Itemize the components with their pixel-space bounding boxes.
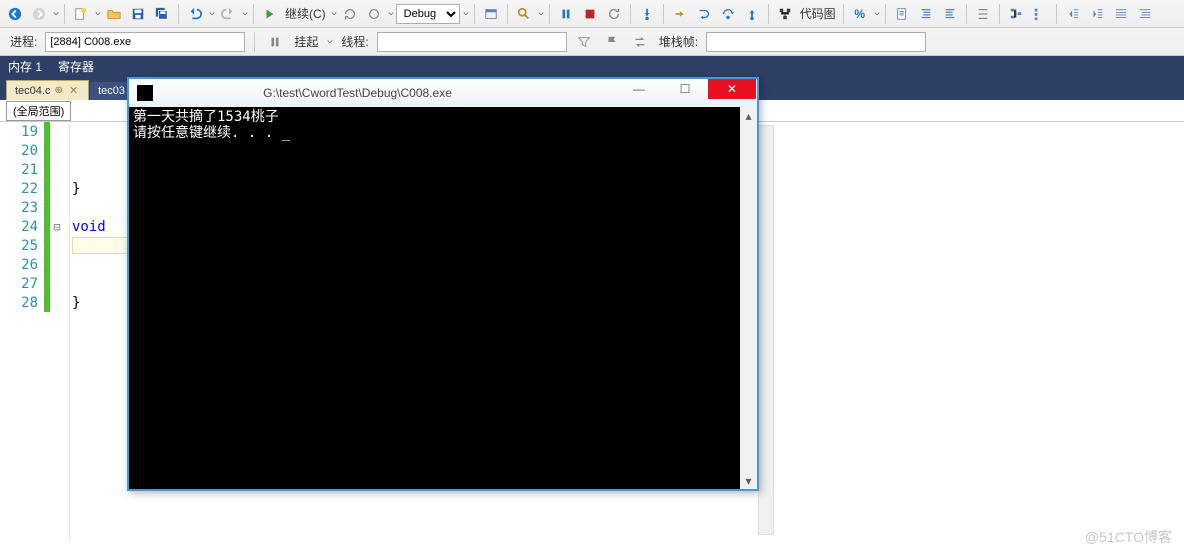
chevron-down-icon: [242, 11, 248, 17]
uncomment-button[interactable]: [1134, 3, 1156, 25]
console-scrollbar[interactable]: ▴ ▾: [740, 107, 757, 489]
step-over-button[interactable]: [717, 3, 739, 25]
continue-label: 继续(C): [285, 5, 326, 22]
suspend-button[interactable]: [264, 31, 286, 53]
minimize-button[interactable]: —: [616, 79, 662, 99]
console-app-icon: [137, 85, 153, 101]
chevron-down-icon: [538, 11, 544, 17]
comment-button[interactable]: [1110, 3, 1132, 25]
save-button[interactable]: [127, 3, 149, 25]
redo-button[interactable]: [217, 3, 239, 25]
flag-button[interactable]: [601, 31, 623, 53]
config-select[interactable]: Debug: [396, 4, 460, 24]
console-body: 第一天共摘了1534桃子 请按任意键继续. . . _ ▴ ▾: [129, 107, 757, 489]
process-field[interactable]: [2884] C008.exe: [45, 32, 245, 52]
list-button[interactable]: [1029, 3, 1051, 25]
console-title: G:\test\CwordTest\Debug\C008.exe: [159, 86, 616, 100]
nav-forward-button[interactable]: [28, 3, 50, 25]
stackframe-field[interactable]: [706, 32, 926, 52]
doc-button[interactable]: [891, 3, 913, 25]
main-toolbar: 继续(C) Debug 代码图 %: [0, 0, 1184, 28]
chevron-down-icon: [95, 11, 101, 17]
step-out-button[interactable]: [741, 3, 763, 25]
codemap-button[interactable]: [774, 3, 796, 25]
close-icon[interactable]: ✕: [67, 84, 80, 97]
find-button[interactable]: [513, 3, 535, 25]
console-output: 第一天共摘了1534桃子 请按任意键继续. . . _: [129, 107, 740, 489]
console-titlebar[interactable]: G:\test\CwordTest\Debug\C008.exe — ☐ ✕: [129, 79, 757, 107]
scope-dropdown[interactable]: (全局范围): [6, 101, 71, 121]
chevron-down-icon[interactable]: [331, 11, 337, 17]
process-label: 进程:: [10, 33, 37, 50]
thread-label: 线程:: [341, 33, 368, 50]
maximize-button[interactable]: ☐: [662, 79, 708, 99]
scroll-up-icon[interactable]: ▴: [740, 107, 757, 124]
thread-field[interactable]: [377, 32, 567, 52]
stop-button[interactable]: [579, 3, 601, 25]
new-item-button[interactable]: [70, 3, 92, 25]
chevron-down-icon: [327, 39, 333, 45]
indent-button[interactable]: [915, 3, 937, 25]
refresh-button[interactable]: [339, 3, 361, 25]
memory-tabs: 内存 1 寄存器: [0, 56, 1184, 78]
show-next-button[interactable]: [669, 3, 691, 25]
scroll-down-icon[interactable]: ▾: [740, 472, 757, 489]
memory-tab-1[interactable]: 内存 1: [6, 55, 44, 78]
pin-icon[interactable]: ⊕: [54, 85, 62, 96]
chevron-down-icon: [874, 11, 880, 17]
filter-button[interactable]: [573, 31, 595, 53]
chevron-down-icon: [388, 11, 394, 17]
increase-indent-button[interactable]: [1086, 3, 1108, 25]
console-window: G:\test\CwordTest\Debug\C008.exe — ☐ ✕ 第…: [127, 77, 759, 491]
watermark: @51CTO博客: [1085, 527, 1172, 547]
undo-button[interactable]: [184, 3, 206, 25]
registers-tab[interactable]: 寄存器: [56, 55, 96, 78]
file-tab-label: tec03: [98, 85, 125, 97]
console-line: 请按任意键继续. . . _: [133, 125, 736, 141]
debug-toolbar: 进程: [2884] C008.exe 挂起 线程: 堆栈帧:: [0, 28, 1184, 56]
outdent-button[interactable]: [939, 3, 961, 25]
file-tab-tec04[interactable]: tec04.c ⊕ ✕: [6, 80, 89, 100]
restart2-button[interactable]: [603, 3, 625, 25]
decrease-indent-button[interactable]: [1062, 3, 1084, 25]
chevron-down-icon: [53, 11, 59, 17]
step-in-button[interactable]: [636, 3, 658, 25]
codemap-label: 代码图: [800, 5, 836, 22]
chevron-down-icon: [463, 11, 469, 17]
chevron-down-icon: [209, 11, 215, 17]
nav-back-button[interactable]: [4, 3, 26, 25]
restart-button[interactable]: [363, 3, 385, 25]
misc-button[interactable]: [972, 3, 994, 25]
percent-button[interactable]: %: [849, 3, 871, 25]
close-button[interactable]: ✕: [708, 79, 756, 99]
open-button[interactable]: [103, 3, 125, 25]
stackframe-label: 堆栈帧:: [659, 33, 698, 50]
pause-button[interactable]: [555, 3, 577, 25]
tree-button[interactable]: [1005, 3, 1027, 25]
swap-button[interactable]: [629, 31, 651, 53]
step-into-button[interactable]: [693, 3, 715, 25]
line-gutter: 192021222324⊟25262728: [0, 122, 70, 542]
file-tab-label: tec04.c: [15, 85, 50, 97]
continue-button[interactable]: [259, 3, 281, 25]
save-all-button[interactable]: [151, 3, 173, 25]
suspend-label: 挂起: [294, 33, 318, 50]
window-button[interactable]: [480, 3, 502, 25]
console-line: 第一天共摘了1534桃子: [133, 109, 736, 125]
editor-scrollbar[interactable]: [758, 125, 774, 535]
